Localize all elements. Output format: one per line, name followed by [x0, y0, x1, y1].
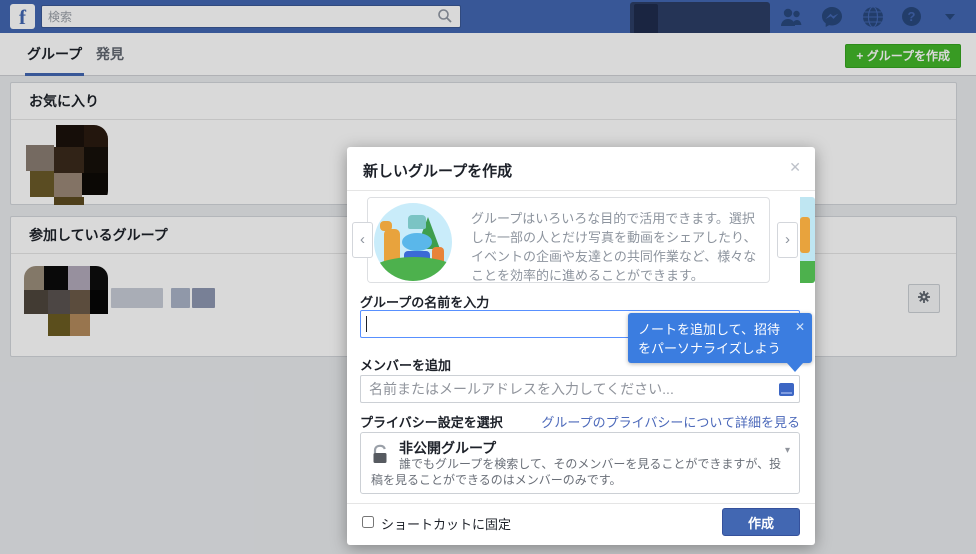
pin-shortcut-checkbox[interactable] [362, 516, 374, 528]
tooltip-close-icon[interactable]: ✕ [795, 320, 805, 334]
tooltip-arrow [787, 363, 803, 372]
carousel-slide: グループはいろいろな目的で活用できます。選択した一部の人とだけ写真を動画をシェア… [367, 197, 770, 283]
carousel-prev-icon[interactable]: ‹ [352, 222, 373, 258]
carousel-description: グループはいろいろな目的で活用できます。選択した一部の人とだけ写真を動画をシェア… [471, 211, 757, 283]
create-button[interactable]: 作成 [722, 508, 800, 536]
group-name-label: グループの名前を入力 [360, 295, 490, 310]
pin-shortcut-label: ショートカットに固定 [381, 517, 512, 532]
note-icon[interactable] [779, 383, 794, 396]
privacy-selector[interactable]: 非公開グループ 誰でもグループを検索して、そのメンバーを見ることができますが、投… [360, 432, 800, 494]
privacy-label: プライバシー設定を選択 [360, 415, 503, 430]
note-tooltip: ノートを追加して、招待をパーソナライズしよう ✕ [628, 313, 812, 363]
facebook-groups-page: f ? グループ 発見 + グループを作成 [0, 0, 976, 554]
privacy-option-title: 非公開グループ [399, 440, 497, 456]
text-caret [366, 316, 367, 332]
modal-close-icon[interactable]: ✕ [789, 159, 801, 176]
carousel-next-slide-preview [800, 197, 815, 283]
group-illustration [368, 198, 456, 282]
members-input[interactable] [360, 375, 800, 403]
members-label: メンバーを追加 [360, 358, 452, 373]
dropdown-caret-icon: ▾ [784, 445, 790, 456]
tooltip-text: ノートを追加して、招待をパーソナライズしよう [638, 322, 781, 356]
privacy-option-description: 誰でもグループを検索して、そのメンバーを見ることができますが、投稿を見ることがで… [371, 457, 782, 487]
create-group-modal: 新しいグループを作成 ✕ グループはいろいろな目的で活用できます。選択した一部の… [347, 147, 815, 545]
modal-title: 新しいグループを作成 [363, 163, 513, 180]
divider [347, 190, 815, 191]
divider [347, 503, 815, 504]
carousel-next-icon[interactable]: › [777, 222, 798, 258]
privacy-learn-more-link[interactable]: グループのプライバシーについて詳細を見る [541, 412, 800, 431]
